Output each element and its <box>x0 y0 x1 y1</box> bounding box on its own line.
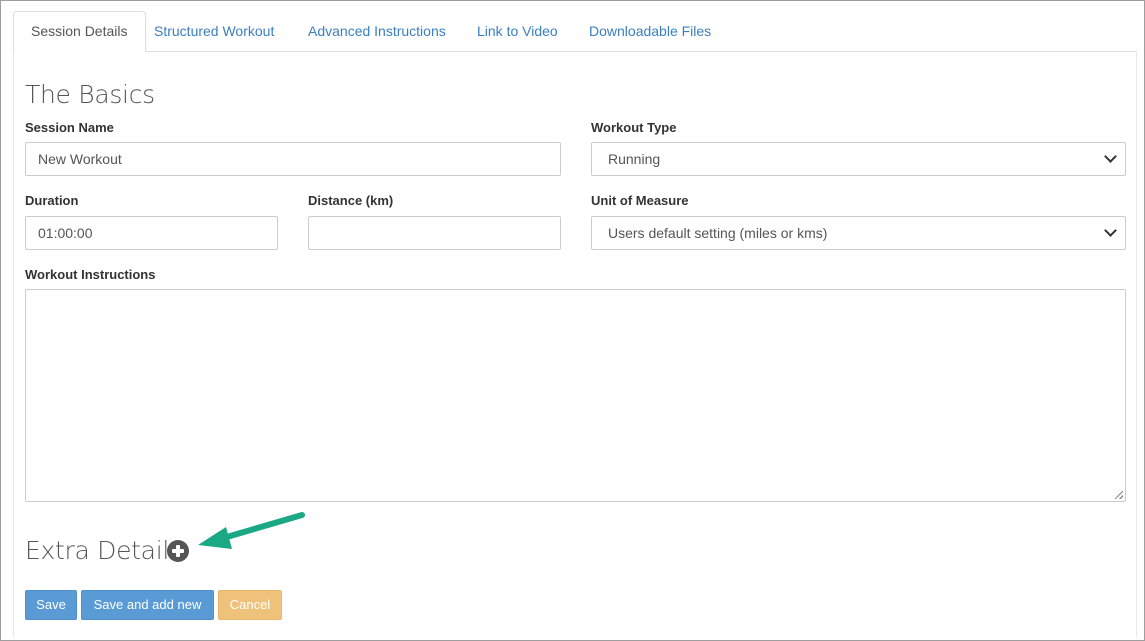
unit-of-measure-label: Unit of Measure <box>591 193 689 208</box>
tab-bar: Session Details Structured Workout Advan… <box>13 11 1137 52</box>
tab-link-to-video[interactable]: Link to Video <box>460 11 575 51</box>
chevron-down-icon <box>1104 224 1117 237</box>
tab-structured-workout[interactable]: Structured Workout <box>137 11 291 51</box>
annotation-arrow-icon <box>198 512 305 549</box>
tab-advanced-instructions[interactable]: Advanced Instructions <box>291 11 463 51</box>
distance-input[interactable] <box>308 216 561 250</box>
workout-instructions-label: Workout Instructions <box>25 267 156 282</box>
workout-type-value: Running <box>608 151 661 167</box>
cancel-button[interactable]: Cancel <box>218 590 282 620</box>
workout-type-label: Workout Type <box>591 120 677 135</box>
workout-instructions-textarea[interactable] <box>25 289 1126 502</box>
tab-downloadable-files[interactable]: Downloadable Files <box>572 11 728 51</box>
save-and-add-new-button[interactable]: Save and add new <box>81 590 214 620</box>
plus-circle-icon[interactable] <box>167 540 189 562</box>
resize-handle[interactable] <box>1115 491 1123 499</box>
session-name-label: Session Name <box>25 120 114 135</box>
unit-of-measure-value: Users default setting (miles or kms) <box>608 225 828 241</box>
section-heading-extra-details: Extra Details <box>25 536 182 565</box>
workout-type-select[interactable]: Running <box>591 142 1126 176</box>
distance-label: Distance (km) <box>308 193 394 208</box>
tab-session-details[interactable]: Session Details <box>13 11 146 52</box>
session-name-input[interactable] <box>25 142 561 176</box>
unit-of-measure-select[interactable]: Users default setting (miles or kms) <box>591 216 1126 250</box>
duration-label: Duration <box>25 193 79 208</box>
save-button[interactable]: Save <box>25 590 77 620</box>
duration-input[interactable] <box>25 216 278 250</box>
section-heading-basics: The Basics <box>25 80 155 109</box>
chevron-down-icon <box>1104 150 1117 163</box>
